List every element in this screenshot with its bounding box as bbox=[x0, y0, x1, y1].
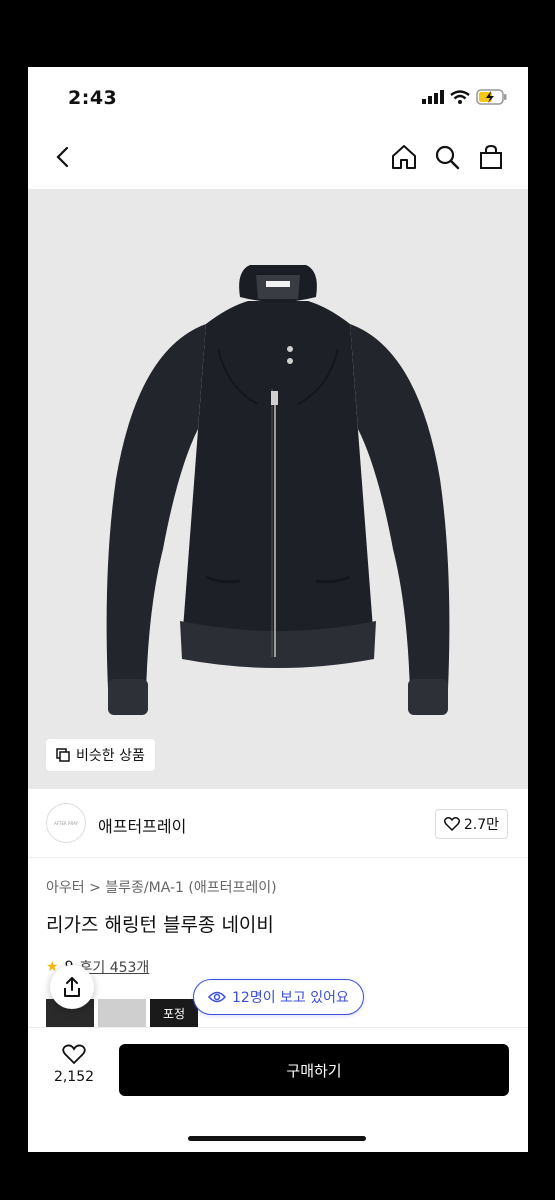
shopping-bag-icon bbox=[480, 144, 502, 169]
product-image[interactable]: 비슷한 상품 bbox=[28, 189, 528, 789]
brand-like-count: 2.7만 bbox=[463, 817, 499, 833]
wishlist-button[interactable]: 2,152 bbox=[50, 1044, 98, 1085]
heart-icon bbox=[443, 817, 460, 831]
brand-row[interactable]: AFTER PRAY 애프터프레이 2.7만 bbox=[28, 789, 528, 858]
top-navigation bbox=[28, 125, 528, 189]
jacket-image bbox=[106, 265, 450, 715]
back-button[interactable] bbox=[46, 141, 78, 173]
heart-icon bbox=[62, 1044, 86, 1065]
status-bar: 2:43 bbox=[28, 67, 528, 125]
live-viewers-label: 12명이 보고 있어요 bbox=[232, 990, 349, 1006]
chevron-left-icon bbox=[56, 146, 69, 168]
home-indicator[interactable] bbox=[188, 1136, 366, 1141]
cart-button[interactable] bbox=[475, 141, 507, 173]
bottom-action-bar: 2,152 구매하기 bbox=[28, 1027, 528, 1152]
home-icon bbox=[392, 145, 416, 169]
signal-icon bbox=[422, 90, 444, 104]
similar-products-button[interactable]: 비슷한 상품 bbox=[46, 739, 155, 771]
search-icon bbox=[435, 145, 460, 170]
brand-logo-text: AFTER PRAY bbox=[54, 820, 78, 826]
brand-logo: AFTER PRAY bbox=[46, 803, 86, 843]
eye-icon bbox=[208, 991, 226, 1003]
wifi-icon bbox=[450, 90, 470, 104]
search-button[interactable] bbox=[431, 141, 463, 173]
buy-button-label: 구매하기 bbox=[286, 1061, 342, 1080]
live-viewers-badge: 12명이 보고 있어요 bbox=[193, 979, 364, 1015]
battery-charging-icon bbox=[476, 89, 507, 105]
similar-products-label: 비슷한 상품 bbox=[76, 748, 145, 764]
brand-name[interactable]: 애프터프레이 bbox=[98, 813, 186, 837]
product-title: 리가즈 해링턴 블루종 네이비 bbox=[46, 914, 274, 936]
home-button[interactable] bbox=[388, 141, 420, 173]
buy-button[interactable]: 구매하기 bbox=[119, 1044, 509, 1096]
wishlist-count: 2,152 bbox=[53, 1069, 95, 1085]
breadcrumb[interactable]: 아우터 > 블루종/MA-1 (애프터프레이) bbox=[46, 877, 277, 897]
status-time: 2:43 bbox=[68, 87, 118, 109]
status-icons bbox=[422, 89, 508, 105]
copy-icon bbox=[56, 748, 70, 762]
share-icon bbox=[64, 977, 80, 997]
app-screen: 2:43 비슷한 상품 AFTER PRAY 애프터프레이 2.7만 아우터 >… bbox=[28, 67, 528, 1152]
share-button[interactable] bbox=[50, 965, 94, 1009]
brand-like-button[interactable]: 2.7만 bbox=[434, 809, 508, 839]
